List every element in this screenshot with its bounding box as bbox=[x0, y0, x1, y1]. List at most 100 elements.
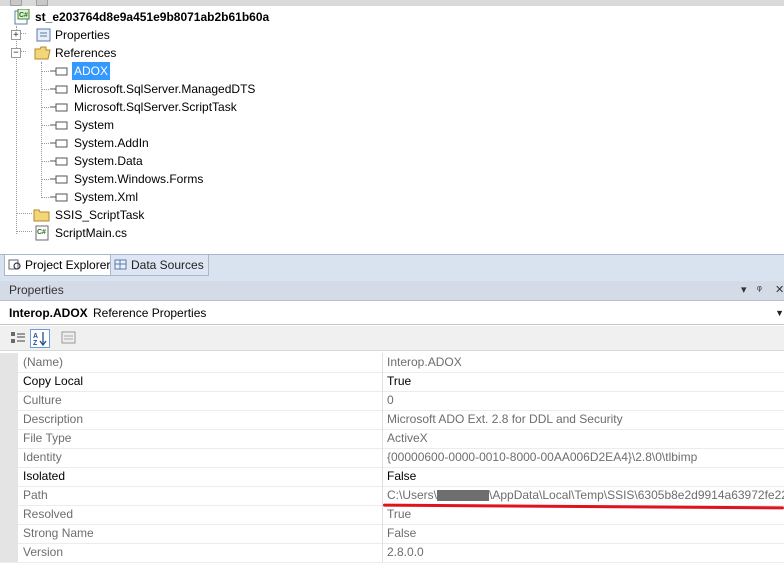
property-pages-icon bbox=[61, 331, 76, 344]
tree-item-label: System.Windows.Forms bbox=[74, 172, 204, 186]
reference-icon bbox=[50, 121, 68, 130]
tree-item-reference[interactable]: ADOX bbox=[0, 62, 300, 80]
property-name: File Type bbox=[23, 431, 72, 445]
tree-item-label: Microsoft.SqlServer.ScriptTask bbox=[74, 100, 237, 114]
tree-item-reference[interactable]: System.Data bbox=[0, 152, 300, 170]
column-divider[interactable] bbox=[382, 524, 383, 543]
row-gutter bbox=[0, 391, 18, 410]
reference-icon bbox=[50, 193, 68, 202]
property-value[interactable]: 2.8.0.0 bbox=[387, 543, 424, 562]
tree-connector bbox=[41, 161, 49, 162]
property-name: Copy Local bbox=[23, 374, 84, 388]
tree-item-label: System.AddIn bbox=[74, 136, 149, 150]
property-name: Culture bbox=[23, 393, 62, 407]
tree-item-reference[interactable]: Microsoft.SqlServer.ManagedDTS bbox=[0, 80, 300, 98]
row-gutter bbox=[0, 372, 18, 391]
project-name: st_e203764d8e9a451e9b8071ab2b61b60a bbox=[35, 10, 270, 24]
tree-connector bbox=[41, 89, 49, 90]
tree-item-reference[interactable]: System.Windows.Forms bbox=[0, 170, 300, 188]
property-row[interactable]: Version 2.8.0.0 bbox=[0, 543, 784, 563]
pin-icon[interactable]: ᵠ bbox=[757, 281, 762, 300]
tree-item-properties[interactable]: + Properties bbox=[0, 26, 200, 44]
row-gutter bbox=[0, 467, 18, 486]
property-row[interactable]: File Type ActiveX bbox=[0, 429, 784, 449]
tree-item-label: System.Xml bbox=[74, 190, 139, 204]
property-row[interactable]: Strong Name False bbox=[0, 524, 784, 544]
tree-item-folder[interactable]: SSIS_ScriptTask bbox=[0, 206, 200, 224]
object-selector[interactable]: Interop.ADOX Reference Properties ▼ bbox=[0, 302, 784, 325]
svg-text:Z: Z bbox=[33, 340, 38, 347]
svg-text:C#: C# bbox=[19, 12, 28, 19]
tree-item-reference[interactable]: System.Xml bbox=[0, 188, 300, 206]
svg-text:C#: C# bbox=[37, 229, 46, 236]
row-gutter bbox=[0, 429, 18, 448]
property-row[interactable]: Copy Local True bbox=[0, 372, 784, 392]
column-divider[interactable] bbox=[382, 448, 383, 467]
categorized-icon bbox=[11, 332, 25, 343]
path-suffix: \AppData\Local\Temp\SSIS\6305b8e2d9914a6… bbox=[489, 488, 784, 502]
property-value[interactable]: False bbox=[387, 467, 416, 486]
property-row[interactable]: Isolated False bbox=[0, 467, 784, 487]
column-divider[interactable] bbox=[382, 429, 383, 448]
row-gutter bbox=[0, 524, 18, 543]
open-folder-icon bbox=[34, 46, 51, 60]
tree-item-label: System.Data bbox=[74, 154, 143, 168]
properties-toolbar: AZ bbox=[0, 326, 784, 351]
property-value[interactable]: True bbox=[387, 372, 411, 391]
solution-tree: C# st_e203764d8e9a451e9b8071ab2b61b60a +… bbox=[0, 6, 784, 254]
property-value-path[interactable]: C:\Users\ \AppData\Local\Temp\SSIS\6305b8… bbox=[387, 486, 784, 505]
property-value[interactable]: Microsoft ADO Ext. 2.8 for DDL and Secur… bbox=[387, 410, 623, 429]
property-row[interactable]: Identity {00000600-0000-0010-8000-00AA00… bbox=[0, 448, 784, 468]
collapse-icon[interactable]: − bbox=[11, 48, 21, 58]
property-value[interactable]: ActiveX bbox=[387, 429, 428, 448]
tree-project-node[interactable]: C# st_e203764d8e9a451e9b8071ab2b61b60a bbox=[0, 8, 300, 26]
column-divider[interactable] bbox=[382, 505, 383, 524]
panel-title: Properties bbox=[9, 283, 64, 297]
column-divider[interactable] bbox=[382, 486, 383, 505]
tree-item-label: System bbox=[74, 118, 115, 132]
project-explorer-icon bbox=[8, 259, 21, 270]
tree-item-file[interactable]: C# ScriptMain.cs bbox=[0, 224, 200, 242]
data-sources-icon bbox=[114, 259, 127, 270]
property-row[interactable]: Culture 0 bbox=[0, 391, 784, 411]
column-divider[interactable] bbox=[382, 372, 383, 391]
column-divider[interactable] bbox=[382, 410, 383, 429]
expand-icon[interactable]: + bbox=[11, 30, 21, 40]
property-value[interactable]: 0 bbox=[387, 391, 394, 410]
property-name: Description bbox=[23, 412, 84, 426]
categorized-button[interactable] bbox=[9, 329, 27, 346]
property-value[interactable]: {00000600-0000-0010-8000-00AA006D2EA4}\2… bbox=[387, 448, 697, 467]
sort-alphabetical-icon: AZ bbox=[33, 332, 47, 347]
column-divider[interactable] bbox=[382, 353, 383, 372]
chevron-down-icon[interactable]: ▼ bbox=[775, 302, 784, 324]
explorer-tab-bar: Project Explorer Data Sources bbox=[0, 254, 784, 281]
reference-icon bbox=[50, 175, 68, 184]
property-row[interactable]: (Name) Interop.ADOX bbox=[0, 353, 784, 373]
tree-connector bbox=[41, 71, 49, 72]
tree-item-label: Properties bbox=[55, 28, 110, 42]
column-divider[interactable] bbox=[382, 467, 383, 486]
tab-project-explorer[interactable]: Project Explorer bbox=[4, 255, 116, 276]
tree-item-reference[interactable]: Microsoft.SqlServer.ScriptTask bbox=[0, 98, 300, 116]
property-row[interactable]: Description Microsoft ADO Ext. 2.8 for D… bbox=[0, 410, 784, 430]
tree-connector bbox=[41, 143, 49, 144]
tab-data-sources[interactable]: Data Sources bbox=[110, 255, 209, 276]
tree-item-reference[interactable]: System.AddIn bbox=[0, 134, 300, 152]
property-pages-button[interactable] bbox=[60, 329, 78, 346]
property-value[interactable]: True bbox=[387, 505, 411, 524]
property-name: Resolved bbox=[23, 507, 74, 521]
dropdown-arrow-icon[interactable]: ▾ bbox=[741, 281, 747, 300]
path-prefix: C:\Users\ bbox=[387, 488, 438, 502]
property-name: (Name) bbox=[23, 355, 64, 369]
alphabetical-button[interactable]: AZ bbox=[30, 329, 50, 348]
property-description-area bbox=[0, 563, 784, 580]
close-icon[interactable]: ✕ bbox=[775, 281, 784, 300]
tree-item-reference[interactable]: System bbox=[0, 116, 300, 134]
tree-item-references[interactable]: − References bbox=[0, 44, 200, 62]
column-divider[interactable] bbox=[382, 543, 383, 562]
tree-connector bbox=[41, 107, 49, 108]
property-value[interactable]: Interop.ADOX bbox=[387, 353, 462, 372]
column-divider[interactable] bbox=[382, 391, 383, 410]
property-value[interactable]: False bbox=[387, 524, 416, 543]
tree-connector bbox=[41, 125, 49, 126]
